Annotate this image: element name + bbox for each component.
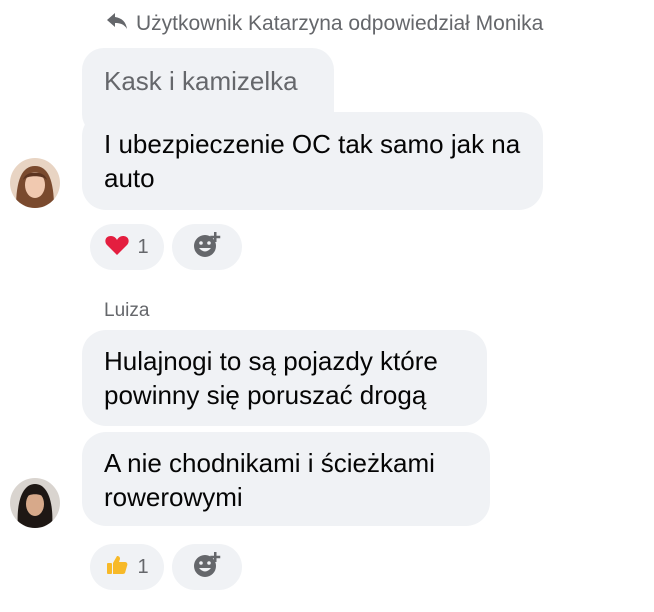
- reaction-count: 1: [137, 235, 149, 258]
- add-reaction-button[interactable]: [172, 224, 242, 270]
- message-text: A nie chodnikami i ścieżkami rowerowymi: [104, 448, 435, 512]
- reaction-heart[interactable]: 1: [90, 224, 164, 270]
- add-reaction-button[interactable]: [172, 544, 242, 590]
- heart-icon: [105, 234, 130, 261]
- sender-name[interactable]: Luiza: [104, 300, 149, 322]
- reaction-count: 1: [137, 555, 149, 578]
- message-bubble[interactable]: I ubezpieczenie OC tak samo jak na auto: [82, 112, 543, 210]
- avatar[interactable]: [10, 158, 60, 208]
- message-bubble[interactable]: A nie chodnikami i ścieżkami rowerowymi: [82, 432, 490, 526]
- message-bubble[interactable]: Hulajnogi to są pojazdy które powinny si…: [82, 330, 487, 426]
- message-text: I ubezpieczenie OC tak samo jak na auto: [104, 129, 521, 193]
- message-text: Hulajnogi to są pojazdy które powinny si…: [104, 346, 438, 410]
- reply-header-text: Użytkownik Katarzyna odpowiedział Monika: [136, 12, 544, 35]
- add-emoji-icon: [193, 231, 221, 264]
- reply-header: Użytkownik Katarzyna odpowiedział Monika: [106, 12, 543, 36]
- thumbs-up-icon: [105, 553, 129, 582]
- avatar[interactable]: [10, 478, 60, 528]
- reply-arrow-icon: [106, 12, 128, 36]
- quoted-message-text: Kask i kamizelka: [104, 66, 298, 96]
- add-emoji-icon: [193, 551, 221, 584]
- reaction-thumbs-up[interactable]: 1: [90, 544, 164, 590]
